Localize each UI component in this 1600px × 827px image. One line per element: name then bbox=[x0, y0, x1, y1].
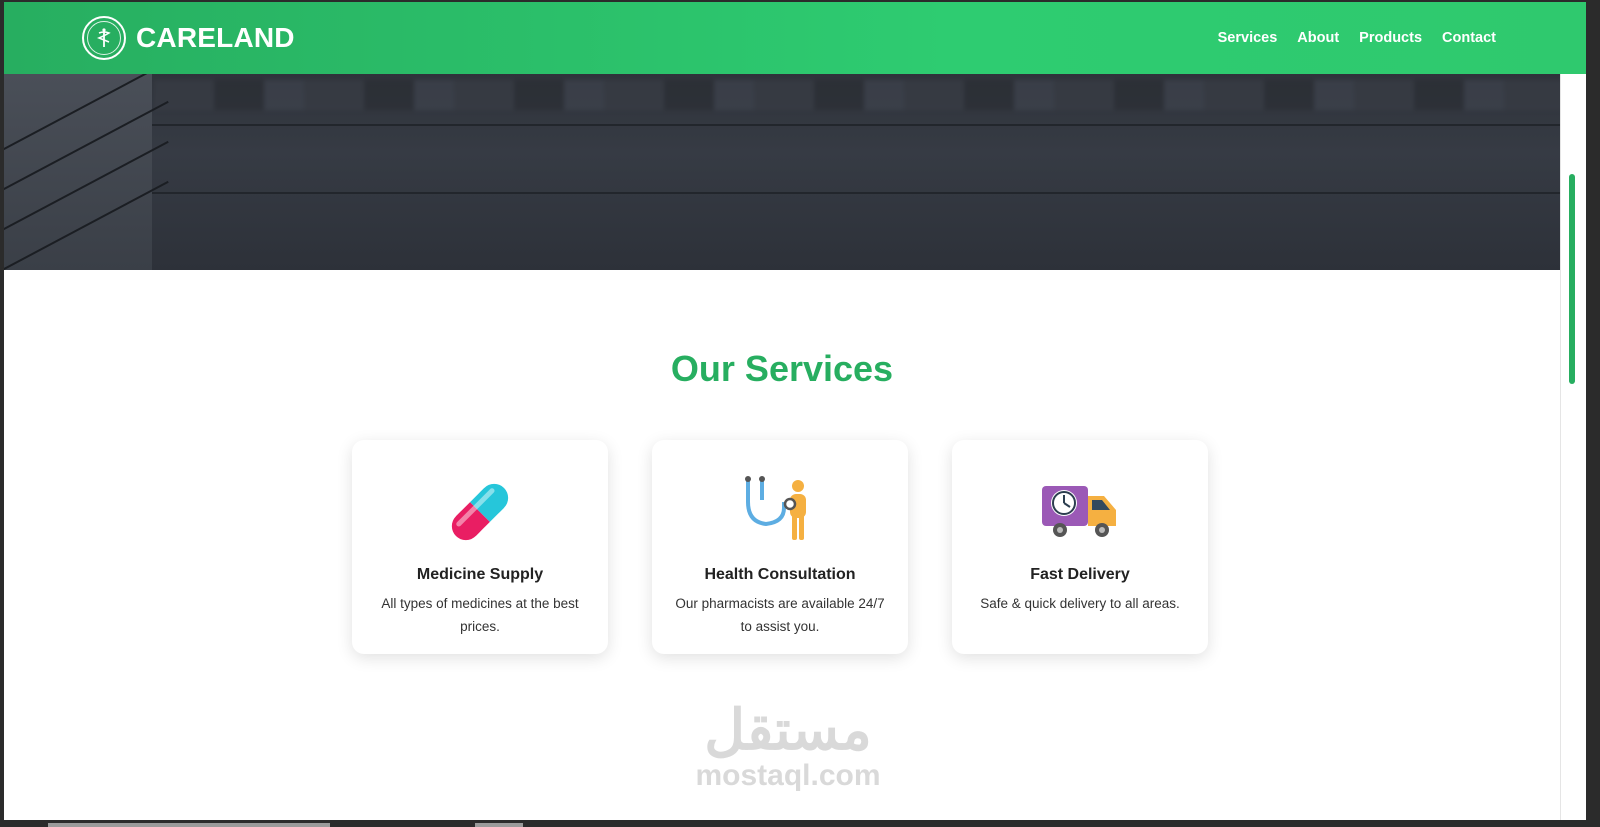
browser-viewport: CARELAND Services About Products Contact… bbox=[4, 2, 1586, 820]
navbar: CARELAND Services About Products Contact bbox=[4, 2, 1586, 74]
scroll-thumb[interactable] bbox=[1569, 174, 1575, 384]
delivery-truck-icon bbox=[1042, 486, 1116, 537]
taskbar-segment bbox=[48, 823, 330, 827]
services-section: Our Services Medicine Supply All types o… bbox=[4, 270, 1560, 820]
scrollbar[interactable] bbox=[1560, 2, 1586, 820]
hero-shelf-blur bbox=[154, 80, 1586, 110]
taskbar-segment bbox=[475, 823, 523, 827]
brand[interactable]: CARELAND bbox=[82, 16, 295, 60]
hero-wall-panel bbox=[4, 74, 152, 270]
nav-link-services[interactable]: Services bbox=[1218, 30, 1278, 46]
stethoscope-doctor-icon bbox=[745, 476, 806, 540]
pharmacy-logo-icon bbox=[82, 16, 126, 60]
service-card-medicine[interactable]: Medicine Supply All types of medicines a… bbox=[352, 440, 608, 654]
brand-name: CARELAND bbox=[136, 22, 295, 53]
pill-capsule-icon bbox=[451, 483, 509, 541]
nav-link-about[interactable]: About bbox=[1297, 30, 1339, 46]
caduceus-icon bbox=[96, 28, 111, 47]
card-title: Medicine Supply bbox=[416, 566, 544, 583]
service-card-delivery[interactable]: Fast Delivery Safe & quick delivery to a… bbox=[952, 440, 1208, 654]
nav-link-contact[interactable]: Contact bbox=[1442, 30, 1496, 46]
card-title: Health Consultation bbox=[704, 566, 856, 583]
card-title: Fast Delivery bbox=[1030, 566, 1130, 583]
hero-image bbox=[4, 74, 1586, 270]
section-title: Our Services bbox=[670, 348, 894, 389]
service-card-consultation[interactable]: Health Consultation Our pharmacists are … bbox=[652, 440, 908, 654]
nav-link-products[interactable]: Products bbox=[1359, 30, 1422, 46]
card-description: Our pharmacists are available 24/7 to as… bbox=[675, 596, 885, 634]
nav-links: Services About Products Contact bbox=[1218, 30, 1496, 46]
card-description: Safe & quick delivery to all areas. bbox=[980, 596, 1180, 611]
card-description: All types of medicines at the best price… bbox=[381, 596, 579, 634]
